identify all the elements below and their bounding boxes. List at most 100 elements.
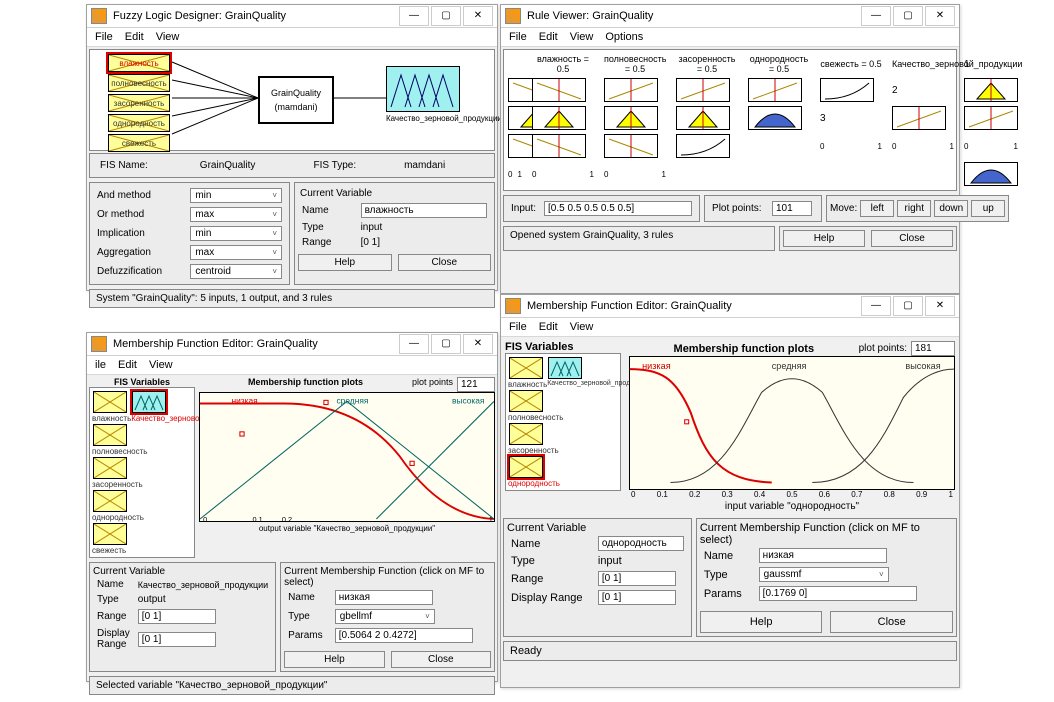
rule-cell[interactable]: [748, 106, 802, 130]
rule-cell[interactable]: [604, 134, 658, 158]
rule-cell[interactable]: [964, 78, 1018, 102]
rule-cell[interactable]: [532, 134, 586, 158]
rule-cell[interactable]: [820, 78, 874, 102]
var-block-1[interactable]: [509, 390, 543, 412]
cmf-name-field[interactable]: [759, 548, 887, 563]
app-icon: [91, 336, 107, 352]
maximize-button[interactable]: ▢: [431, 6, 461, 26]
menu-options[interactable]: Options: [605, 31, 643, 43]
input-field[interactable]: [544, 201, 692, 216]
mf2-plot[interactable]: низкаясредняявысокая: [629, 356, 955, 490]
mf1-plot[interactable]: низкаясредняявысокая 01 0.10.2: [199, 392, 495, 522]
cmf-params-field[interactable]: [335, 628, 473, 643]
menu-view[interactable]: View: [156, 31, 180, 43]
minimize-button[interactable]: —: [861, 296, 891, 316]
menu-file[interactable]: File: [509, 31, 527, 43]
rule-cell[interactable]: [532, 106, 586, 130]
rule-cell[interactable]: [676, 134, 730, 158]
rule-grid[interactable]: влажность = 0.5полновесность = 0.5засоре…: [503, 49, 957, 191]
input-var-3[interactable]: однородность: [113, 119, 165, 128]
rule-cell[interactable]: [964, 106, 1018, 130]
menu-edit[interactable]: Edit: [539, 31, 558, 43]
menu-file[interactable]: File: [509, 321, 527, 333]
var-block-0[interactable]: [93, 391, 127, 413]
var-block-3[interactable]: [509, 456, 543, 478]
close-panel-button[interactable]: Close: [391, 651, 491, 668]
var-block-output[interactable]: [132, 391, 166, 413]
rule-viewer-window[interactable]: Rule Viewer: GrainQuality —▢✕ FileEditVi…: [500, 4, 960, 294]
mf-editor-1-window[interactable]: Membership Function Editor: GrainQuality…: [86, 332, 498, 682]
maximize-button[interactable]: ▢: [893, 6, 923, 26]
help-button[interactable]: Help: [700, 611, 823, 633]
var-block-2[interactable]: [509, 423, 543, 445]
help-button[interactable]: Help: [783, 230, 865, 247]
cmf-type-select[interactable]: gbellmf: [335, 609, 435, 624]
cv-range-field[interactable]: [598, 571, 676, 586]
menu-file[interactable]: ile: [95, 359, 106, 371]
aggregate-output-cell[interactable]: [964, 162, 1018, 186]
rule-cell[interactable]: [748, 78, 802, 102]
help-button[interactable]: Help: [284, 651, 384, 668]
fis-diagram[interactable]: влажность полновесность засоренность одн…: [89, 49, 495, 151]
or-method-select[interactable]: max: [190, 207, 282, 222]
close-panel-button[interactable]: Close: [830, 611, 953, 633]
plot-points-field[interactable]: [772, 201, 812, 216]
menu-view[interactable]: View: [570, 321, 594, 333]
cv-drange-field[interactable]: [138, 632, 216, 647]
move-down-button[interactable]: down: [934, 200, 968, 217]
minimize-button[interactable]: —: [861, 6, 891, 26]
cmf-name-field[interactable]: [335, 590, 433, 605]
menu-file[interactable]: File: [95, 31, 113, 43]
plot-points-field[interactable]: [911, 341, 955, 356]
defuzz-select[interactable]: centroid: [190, 264, 282, 279]
close-button[interactable]: ✕: [463, 334, 493, 354]
help-button[interactable]: Help: [298, 254, 392, 271]
move-left-button[interactable]: left: [860, 200, 894, 217]
move-up-button[interactable]: up: [971, 200, 1005, 217]
cmf-type-select[interactable]: gaussmf: [759, 567, 889, 582]
close-button[interactable]: ✕: [925, 6, 955, 26]
move-right-button[interactable]: right: [897, 200, 931, 217]
maximize-button[interactable]: ▢: [893, 296, 923, 316]
minimize-button[interactable]: —: [399, 334, 429, 354]
menu-view[interactable]: View: [149, 359, 173, 371]
mf-editor-2-window[interactable]: Membership Function Editor: GrainQuality…: [500, 294, 960, 688]
input-var-2[interactable]: засоренность: [114, 99, 165, 108]
input-var-0[interactable]: влажность: [119, 59, 158, 68]
rule-cell[interactable]: [604, 78, 658, 102]
var-block-2[interactable]: [93, 457, 127, 479]
implication-select[interactable]: min: [190, 226, 282, 241]
close-panel-button[interactable]: Close: [871, 230, 953, 247]
menu-edit[interactable]: Edit: [539, 321, 558, 333]
cv-range-field[interactable]: [138, 609, 216, 624]
fuzzy-logic-designer-window[interactable]: Fuzzy Logic Designer: GrainQuality — ▢ ✕…: [86, 4, 498, 291]
minimize-button[interactable]: —: [399, 6, 429, 26]
var-block-output[interactable]: [548, 357, 582, 379]
cv-drange-field[interactable]: [598, 590, 676, 605]
menu-edit[interactable]: Edit: [125, 31, 144, 43]
cmf-params-field[interactable]: [759, 586, 917, 601]
close-button[interactable]: ✕: [925, 296, 955, 316]
fis-system-block[interactable]: GrainQuality (mamdani): [258, 76, 334, 124]
rule-cell[interactable]: [532, 78, 586, 102]
menu-view[interactable]: View: [570, 31, 594, 43]
aggregation-select[interactable]: max: [190, 245, 282, 260]
close-button[interactable]: ✕: [463, 6, 493, 26]
maximize-button[interactable]: ▢: [431, 334, 461, 354]
output-var-block[interactable]: [386, 66, 460, 112]
plot-points-field[interactable]: [457, 377, 495, 392]
rule-cell[interactable]: [604, 106, 658, 130]
rule-cell[interactable]: [676, 106, 730, 130]
var-block-1[interactable]: [93, 424, 127, 446]
var-block-0[interactable]: [509, 357, 543, 379]
and-method-select[interactable]: min: [190, 188, 282, 203]
var-block-4[interactable]: [93, 523, 127, 545]
close-panel-button[interactable]: Close: [398, 254, 492, 271]
rule-cell[interactable]: [676, 78, 730, 102]
input-var-4[interactable]: свежесть: [122, 139, 156, 148]
rule-cell[interactable]: [892, 106, 946, 130]
menu-edit[interactable]: Edit: [118, 359, 137, 371]
input-var-1[interactable]: полновесность: [111, 79, 166, 88]
titlebar[interactable]: Fuzzy Logic Designer: GrainQuality — ▢ ✕: [87, 5, 497, 28]
var-block-3[interactable]: [93, 490, 127, 512]
